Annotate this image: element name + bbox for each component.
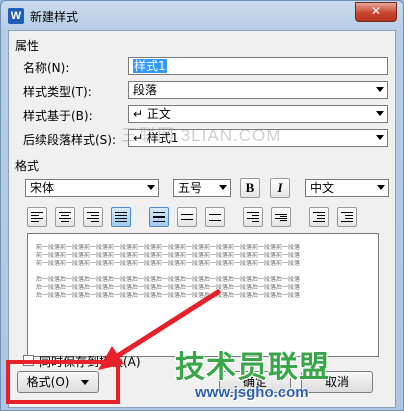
brand-url: www.jsgho.com <box>195 384 309 401</box>
brand-logo-text: 技术员联盟 <box>175 350 330 385</box>
